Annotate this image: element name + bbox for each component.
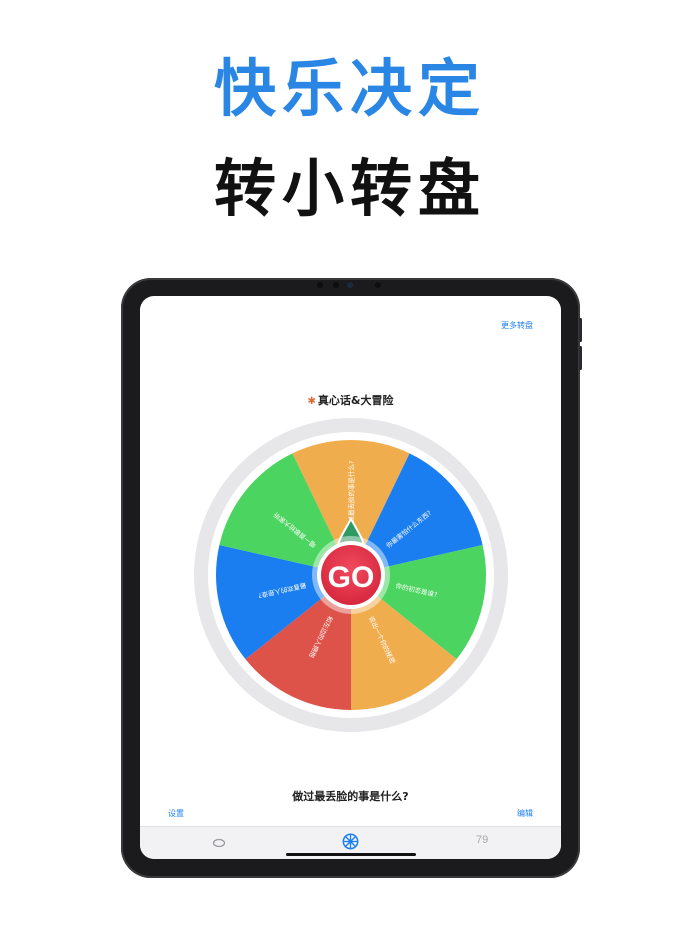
number-icon: 79	[476, 834, 489, 846]
volume-up-button	[579, 318, 582, 342]
home-indicator	[286, 853, 416, 856]
headline-subtitle: 转小转盘	[213, 152, 486, 225]
result-text: 做过最丢脸的事是什么?	[292, 790, 409, 803]
camera-dot	[333, 282, 339, 288]
wheel-title: ✱ 真心话&大冒险	[140, 392, 561, 408]
tab-number[interactable]: 79	[476, 834, 488, 846]
more-wheels-link[interactable]: 更多转盘	[501, 320, 533, 331]
camera-lens	[347, 282, 353, 288]
go-label: GO	[328, 561, 375, 594]
tab-ring[interactable]	[212, 835, 226, 854]
headline-title: 快乐决定	[213, 52, 486, 125]
bee-icon: ✱	[307, 396, 316, 407]
wheel-title-text: 真心话&大冒险	[317, 394, 394, 407]
sensor-dot	[317, 282, 323, 288]
settings-link[interactable]: 设置	[168, 808, 184, 819]
app-screen: 更多转盘 ✱ 真心话&大冒险 做过最丢脸的事是什么? 你最害怕什么东西? 你的初恋是谁…	[140, 296, 561, 859]
edit-link[interactable]: 编辑	[517, 808, 533, 819]
tab-wheel[interactable]	[342, 833, 359, 854]
go-button[interactable]: GO	[312, 536, 390, 614]
sensor-dot	[375, 282, 381, 288]
volume-down-button	[579, 346, 582, 370]
ring-icon	[212, 838, 226, 848]
spin-wheel[interactable]: 做过最丢脸的事是什么?你最害怕什么东西?你的初恋是谁?说出一个你的秘密和左边的人…	[193, 417, 509, 733]
wheel-icon	[342, 833, 359, 850]
